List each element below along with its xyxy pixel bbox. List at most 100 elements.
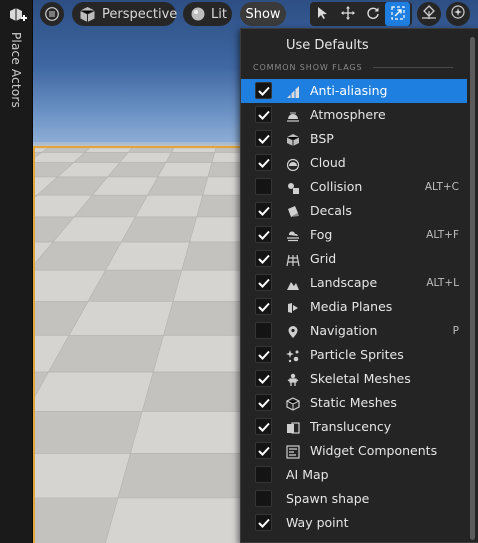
- checkbox-checked[interactable]: [255, 418, 272, 435]
- checkbox-unchecked[interactable]: [255, 466, 272, 483]
- surface-snap-icon: [421, 4, 437, 24]
- show-flag-fog[interactable]: Fog ALT+F: [241, 223, 467, 247]
- checkmark-icon: [257, 350, 270, 360]
- floor-tile: [157, 162, 213, 178]
- show-label: Show: [245, 6, 281, 22]
- checkmark-icon: [257, 302, 270, 312]
- show-flag-label: Translucency: [310, 419, 392, 434]
- anti-aliasing-icon: [285, 84, 300, 99]
- checkmark-icon: [257, 374, 270, 384]
- show-flag-label: Fog: [310, 227, 333, 242]
- checkbox-checked[interactable]: [255, 394, 272, 411]
- shortcut-hint: ALT+C: [424, 181, 459, 193]
- floor-tile: [40, 148, 91, 153]
- show-button[interactable]: Show: [240, 2, 286, 26]
- show-flag-media-planes[interactable]: Media Planes: [241, 295, 467, 319]
- checkbox-checked[interactable]: [255, 82, 272, 99]
- show-flag-label: Spawn shape: [286, 491, 370, 506]
- floor-tile: [84, 148, 133, 153]
- shortcut-hint: ALT+F: [426, 229, 459, 241]
- show-flag-widget-components[interactable]: Widget Components: [241, 439, 467, 463]
- rotate-tool-button[interactable]: [360, 2, 385, 26]
- checkmark-icon: [257, 86, 270, 96]
- show-flag-particle-sprites[interactable]: Particle Sprites: [241, 343, 467, 367]
- checkbox-checked[interactable]: [255, 226, 272, 243]
- checkbox-checked[interactable]: [255, 346, 272, 363]
- show-flag-label: Cloud: [310, 155, 346, 170]
- show-flag-skeletal-meshes[interactable]: Skeletal Meshes: [241, 367, 467, 391]
- move-icon: [340, 5, 355, 24]
- checkmark-icon: [257, 110, 270, 120]
- perspective-cube-icon: [79, 6, 96, 23]
- show-flag-collision[interactable]: Collision ALT+C: [241, 175, 467, 199]
- checkmark-icon: [257, 206, 270, 216]
- show-flag-anti-aliasing[interactable]: Anti-aliasing: [241, 79, 467, 103]
- show-flag-bsp[interactable]: BSP: [241, 127, 467, 151]
- checkmark-icon: [257, 422, 270, 432]
- checkbox-checked[interactable]: [255, 130, 272, 147]
- viewport-toolbar: Perspective Lit Show: [33, 0, 478, 28]
- show-flag-translucency[interactable]: Translucency: [241, 415, 467, 439]
- translate-tool-button[interactable]: [335, 2, 360, 26]
- place-actors-panel[interactable]: Place Actors: [0, 0, 33, 543]
- floor-tile: [134, 194, 204, 218]
- select-tool-button[interactable]: [310, 2, 335, 26]
- static-meshes-icon: [285, 396, 300, 411]
- atmosphere-icon: [285, 108, 300, 123]
- show-flag-label: Grid: [310, 251, 337, 266]
- checkbox-unchecked[interactable]: [255, 322, 272, 339]
- navigation-icon: [285, 324, 300, 339]
- cloud-icon: [285, 156, 300, 171]
- checkmark-icon: [257, 398, 270, 408]
- floor-tile: [170, 148, 217, 153]
- show-flag-grid[interactable]: Grid: [241, 247, 467, 271]
- checkbox-checked[interactable]: [255, 202, 272, 219]
- world-local-toggle-button[interactable]: [446, 2, 470, 26]
- perspective-button[interactable]: Perspective: [72, 2, 178, 26]
- menu-scrollbar[interactable]: [470, 37, 475, 540]
- show-flag-atmosphere[interactable]: Atmosphere: [241, 103, 467, 127]
- checkbox-checked[interactable]: [255, 370, 272, 387]
- checkbox-checked[interactable]: [255, 442, 272, 459]
- place-actors-label[interactable]: Place Actors: [9, 32, 23, 108]
- checkbox-unchecked[interactable]: [255, 178, 272, 195]
- show-flag-label: Landscape: [310, 275, 378, 290]
- use-defaults-item[interactable]: Use Defaults: [286, 37, 369, 55]
- cursor-icon: [317, 5, 329, 24]
- floor-tile: [48, 335, 164, 373]
- show-flag-ai-map[interactable]: AI Map: [241, 463, 467, 487]
- media-planes-icon: [285, 300, 300, 315]
- show-flag-decals[interactable]: Decals: [241, 199, 467, 223]
- checkmark-icon: [257, 446, 270, 456]
- collision-icon: [285, 180, 300, 195]
- perspective-label: Perspective: [102, 6, 178, 22]
- checkbox-checked[interactable]: [255, 298, 272, 315]
- rotate-icon: [366, 5, 380, 24]
- shortcut-hint: ALT+L: [426, 277, 459, 289]
- checkbox-checked[interactable]: [255, 250, 272, 267]
- show-flag-spawn-shape[interactable]: Spawn shape: [241, 487, 467, 511]
- checkbox-checked[interactable]: [255, 274, 272, 291]
- scale-tool-button[interactable]: [385, 2, 410, 26]
- show-flag-label: AI Map: [286, 467, 329, 482]
- widget-components-icon: [285, 444, 300, 459]
- view-mode-button[interactable]: Lit: [183, 2, 232, 26]
- show-flag-landscape[interactable]: Landscape ALT+L: [241, 271, 467, 295]
- viewport-options-button[interactable]: [40, 2, 64, 26]
- checkbox-checked[interactable]: [255, 514, 272, 531]
- surface-snapping-button[interactable]: [417, 2, 441, 26]
- shortcut-hint: P: [452, 325, 459, 337]
- transform-tools-group: [310, 2, 412, 26]
- sparkle-icon: [450, 4, 466, 24]
- hamburger-icon: [45, 7, 59, 21]
- show-flag-way-point[interactable]: Way point: [241, 511, 467, 535]
- show-flag-static-meshes[interactable]: Static Meshes: [241, 391, 467, 415]
- section-header: COMMON SHOW FLAGS: [253, 63, 453, 72]
- checkmark-icon: [257, 278, 270, 288]
- checkbox-unchecked[interactable]: [255, 490, 272, 507]
- show-flag-cloud[interactable]: Cloud: [241, 151, 467, 175]
- checkbox-checked[interactable]: [255, 106, 272, 123]
- scale-icon: [390, 5, 405, 24]
- show-flag-navigation[interactable]: Navigation P: [241, 319, 467, 343]
- checkbox-checked[interactable]: [255, 154, 272, 171]
